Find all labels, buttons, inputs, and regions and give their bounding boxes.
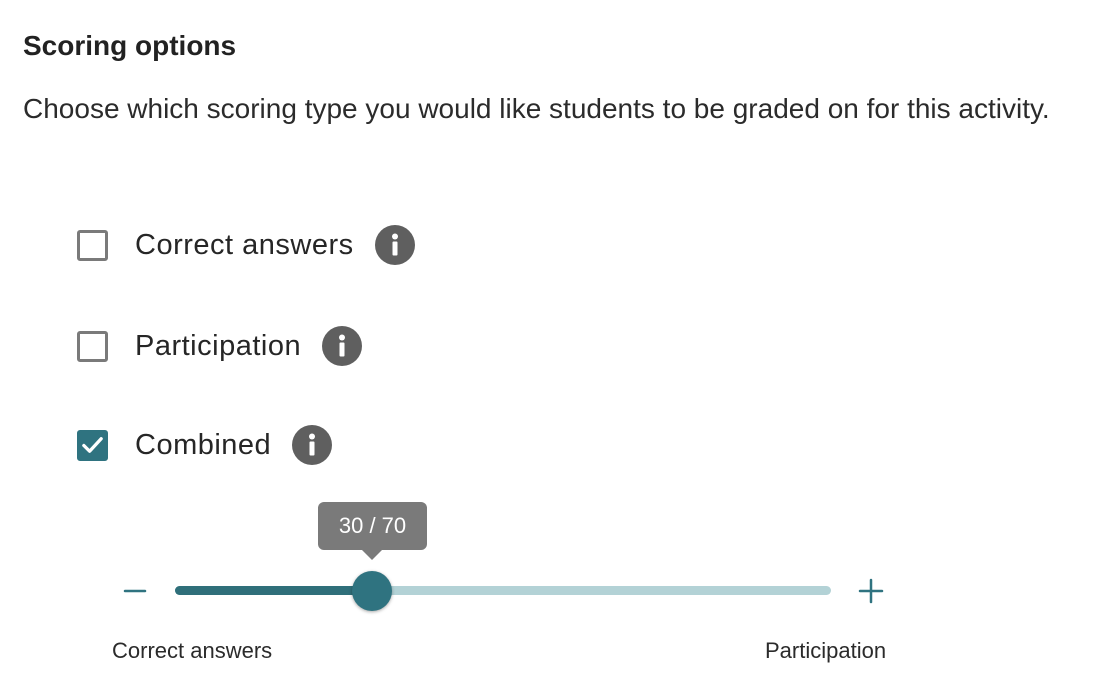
option-participation: Participation [77, 326, 363, 366]
info-icon[interactable] [322, 326, 363, 366]
slider-value-tooltip: 30 / 70 [318, 502, 427, 550]
checkmark-icon [82, 437, 103, 453]
decrement-button[interactable] [120, 576, 150, 606]
option-correct-answers: Correct answers [77, 225, 415, 265]
plus-icon [858, 578, 884, 604]
minus-icon [123, 589, 147, 593]
combined-label[interactable]: Combined [135, 429, 271, 462]
participation-checkbox[interactable] [77, 330, 108, 362]
info-icon[interactable] [292, 425, 333, 465]
slider-max-label: Participation [765, 638, 887, 663]
section-description: Choose which scoring type you would like… [23, 93, 1050, 124]
slider-min-label: Correct answers [112, 638, 273, 663]
participation-label[interactable]: Participation [135, 330, 301, 363]
increment-button[interactable] [856, 576, 886, 606]
slider-track-fill [175, 586, 372, 595]
correct-answers-checkbox[interactable] [77, 229, 108, 261]
scoring-options-panel: Scoring options Choose which scoring typ… [0, 0, 1106, 698]
tooltip-arrow [361, 549, 383, 560]
slider-thumb[interactable] [351, 571, 392, 611]
correct-answers-label[interactable]: Correct answers [135, 229, 354, 262]
option-combined: Combined [77, 425, 333, 465]
info-icon[interactable] [374, 225, 415, 265]
section-title: Scoring options [23, 30, 237, 61]
combined-checkbox[interactable] [77, 429, 108, 461]
slider-track[interactable] [175, 586, 831, 595]
